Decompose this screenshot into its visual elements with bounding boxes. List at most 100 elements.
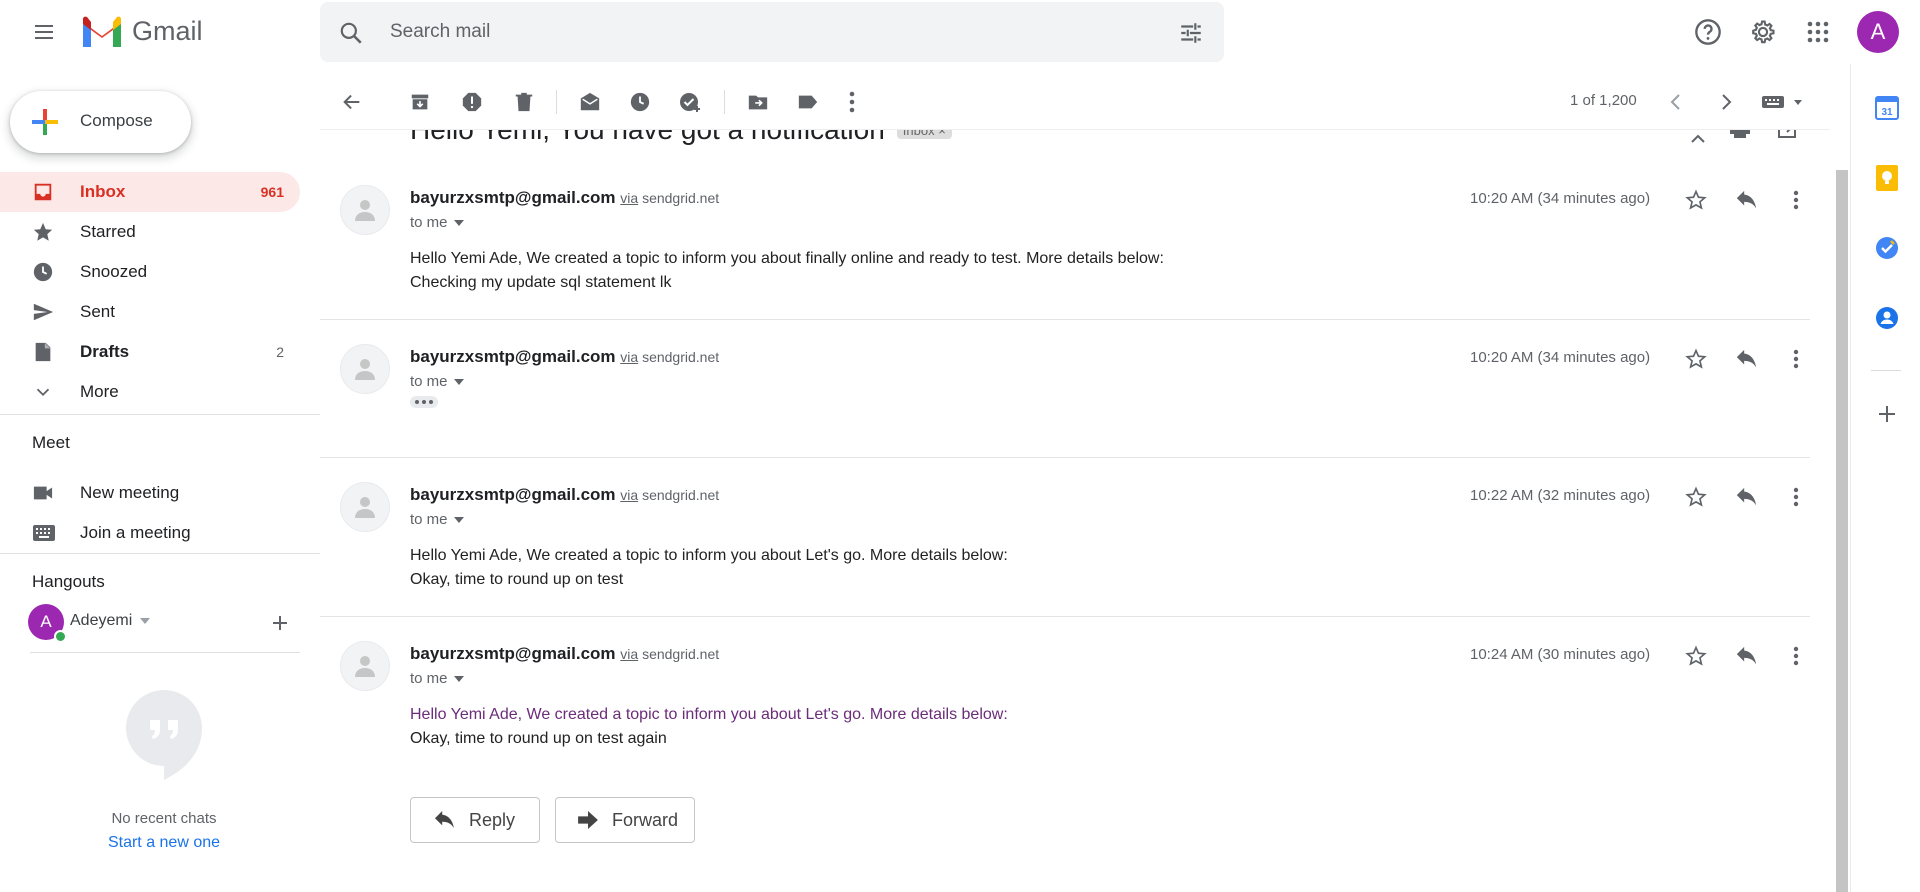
compose-button[interactable]: Compose bbox=[10, 91, 191, 153]
sidebar-item-starred[interactable]: Starred bbox=[0, 212, 300, 252]
body-line: Checking my update sql statement lk bbox=[410, 274, 672, 291]
search-bar[interactable] bbox=[320, 2, 1224, 62]
sender-line[interactable]: bayurzxsmtp@gmail.com via sendgrid.net bbox=[410, 347, 719, 367]
body-line: Okay, time to round up on test bbox=[410, 571, 624, 588]
recipient-details-toggle[interactable]: to me bbox=[410, 511, 464, 528]
settings-button[interactable] bbox=[1743, 12, 1783, 52]
more-options-button[interactable] bbox=[1782, 642, 1810, 670]
body-line: Hello Yemi Ade, We created a topic to in… bbox=[410, 706, 1008, 723]
reply-button[interactable] bbox=[1732, 345, 1760, 373]
new-meeting-button[interactable]: New meeting bbox=[0, 473, 300, 513]
message-toolbar: 1 of 1,200 bbox=[320, 74, 1830, 130]
open-new-window-button[interactable] bbox=[1778, 130, 1796, 138]
delete-button[interactable] bbox=[510, 88, 538, 116]
print-all-button[interactable] bbox=[1730, 130, 1750, 138]
apps-button[interactable] bbox=[1798, 12, 1838, 52]
hangouts-user-menu[interactable]: Adeyemi bbox=[70, 612, 151, 630]
print-icon bbox=[1730, 130, 1750, 138]
more-options-button[interactable] bbox=[1782, 345, 1810, 373]
caret-down-icon bbox=[453, 516, 464, 523]
apps-grid-icon bbox=[1807, 21, 1829, 43]
main-menu-button[interactable] bbox=[24, 16, 64, 48]
sender-email: bayurzxsmtp@gmail.com bbox=[410, 485, 616, 504]
via-text: via sendgrid.net bbox=[620, 190, 720, 206]
via-text: via sendgrid.net bbox=[620, 646, 720, 662]
star-button[interactable] bbox=[1682, 483, 1710, 511]
clock-icon bbox=[630, 92, 650, 112]
sender-line[interactable]: bayurzxsmtp@gmail.com via sendgrid.net bbox=[410, 644, 719, 664]
forward-button[interactable]: Forward bbox=[555, 797, 695, 843]
gmail-wordmark: Gmail bbox=[132, 15, 203, 46]
reply-button[interactable] bbox=[1732, 483, 1760, 511]
star-button[interactable] bbox=[1682, 186, 1710, 214]
input-tools-button[interactable] bbox=[1760, 88, 1808, 116]
sender-line[interactable]: bayurzxsmtp@gmail.com via sendgrid.net bbox=[410, 485, 719, 505]
sidebar-item-snoozed[interactable]: Snoozed bbox=[0, 252, 300, 292]
reply-label: Reply bbox=[469, 809, 516, 830]
start-new-chat-link[interactable]: Start a new one bbox=[0, 834, 328, 852]
more-options-button[interactable] bbox=[1782, 186, 1810, 214]
thread-view: Hello Yemi, You have got a notification … bbox=[320, 130, 1810, 892]
recipient-details-toggle[interactable]: to me bbox=[410, 373, 464, 390]
calendar-app-button[interactable]: 31 bbox=[1873, 94, 1901, 122]
add-to-tasks-button[interactable] bbox=[676, 88, 704, 116]
newer-button[interactable] bbox=[1662, 88, 1690, 116]
message-time: 10:22 AM (32 minutes ago) bbox=[1470, 487, 1651, 504]
compose-label: Compose bbox=[80, 111, 153, 130]
person-icon bbox=[355, 200, 375, 221]
get-addons-button[interactable] bbox=[1873, 400, 1901, 428]
hangouts-section-title: Hangouts bbox=[32, 572, 105, 591]
more-actions-button[interactable] bbox=[838, 88, 866, 116]
sidebar-item-label: Sent bbox=[80, 302, 115, 321]
more-options-button[interactable] bbox=[1782, 483, 1810, 511]
sidebar-item-inbox[interactable]: Inbox 961 bbox=[0, 172, 300, 212]
join-meeting-button[interactable]: Join a meeting bbox=[0, 513, 300, 553]
show-trimmed-content-button[interactable] bbox=[410, 396, 438, 408]
search-options-icon[interactable] bbox=[1178, 20, 1204, 46]
sender-line[interactable]: bayurzxsmtp@gmail.com via sendgrid.net bbox=[410, 188, 719, 208]
recipient-details-toggle[interactable]: to me bbox=[410, 670, 464, 687]
reply-button[interactable] bbox=[1732, 642, 1760, 670]
plus-icon bbox=[1879, 406, 1895, 422]
star-button[interactable] bbox=[1682, 642, 1710, 670]
gmail-logo[interactable]: Gmail bbox=[80, 14, 203, 48]
move-to-button[interactable] bbox=[744, 88, 772, 116]
contacts-app-button[interactable] bbox=[1873, 304, 1901, 332]
via-text: via sendgrid.net bbox=[620, 349, 720, 365]
mark-unread-button[interactable] bbox=[576, 88, 604, 116]
search-input[interactable] bbox=[390, 18, 1090, 46]
labels-button[interactable] bbox=[794, 88, 822, 116]
back-button[interactable] bbox=[338, 88, 366, 116]
recipient-details-toggle[interactable]: to me bbox=[410, 214, 464, 231]
archive-button[interactable] bbox=[406, 88, 434, 116]
inbox-label-badge[interactable]: Inbox × bbox=[896, 130, 952, 139]
star-button[interactable] bbox=[1682, 345, 1710, 373]
new-conversation-button[interactable] bbox=[268, 611, 292, 635]
caret-down-icon bbox=[453, 219, 464, 226]
archive-icon bbox=[411, 94, 429, 110]
sidebar-item-more[interactable]: More bbox=[0, 372, 300, 412]
toolbar-separator bbox=[724, 90, 725, 114]
help-button[interactable] bbox=[1688, 12, 1728, 52]
person-icon bbox=[355, 359, 375, 380]
unread-count: 961 bbox=[260, 184, 284, 200]
tasks-app-button[interactable] bbox=[1873, 234, 1901, 262]
sidebar-item-drafts[interactable]: Drafts 2 bbox=[0, 332, 300, 372]
collapse-all-button[interactable] bbox=[1690, 132, 1706, 144]
reply-button[interactable]: Reply bbox=[410, 797, 540, 843]
reply-button[interactable] bbox=[1732, 186, 1760, 214]
reply-icon bbox=[435, 811, 454, 829]
report-spam-button[interactable] bbox=[458, 88, 486, 116]
tasks-icon bbox=[1876, 237, 1898, 259]
sidebar-nav: Inbox 961 Starred Snoozed Sent Drafts 2 … bbox=[0, 172, 300, 412]
gmail-m-icon bbox=[83, 16, 121, 47]
side-panel: 31 bbox=[1850, 64, 1920, 892]
scrollbar[interactable] bbox=[1836, 170, 1848, 892]
search-icon[interactable] bbox=[338, 20, 364, 46]
message-time: 10:24 AM (30 minutes ago) bbox=[1470, 646, 1651, 663]
sidebar-item-sent[interactable]: Sent bbox=[0, 292, 300, 332]
snooze-button[interactable] bbox=[626, 88, 654, 116]
older-button[interactable] bbox=[1712, 88, 1740, 116]
keep-app-button[interactable] bbox=[1873, 164, 1901, 192]
account-avatar[interactable]: A bbox=[1857, 11, 1899, 53]
